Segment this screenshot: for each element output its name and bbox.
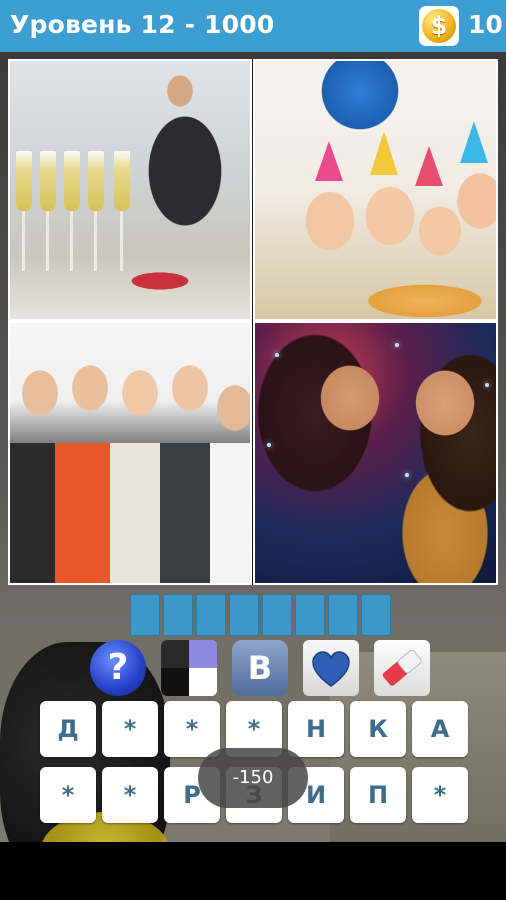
photo-girls-with-party-horns[interactable] <box>8 321 252 585</box>
answer-slot[interactable] <box>229 594 259 636</box>
answer-slot[interactable] <box>361 594 391 636</box>
letter-key[interactable]: А <box>412 701 468 757</box>
photo-grid <box>8 59 498 585</box>
party-hat-icon <box>460 121 488 163</box>
glass-stem <box>70 211 73 271</box>
answer-slots <box>130 594 391 636</box>
letter-key[interactable]: Д <box>40 701 96 757</box>
remove-letters-squares-icon[interactable] <box>161 640 217 696</box>
level-title: Уровень 12 - 1000 <box>10 10 275 39</box>
sparkle <box>405 473 409 477</box>
letter-key[interactable]: * <box>40 767 96 823</box>
sparkle <box>275 353 279 357</box>
shirt-shape <box>10 443 55 583</box>
eraser-icon[interactable] <box>374 640 430 696</box>
glass-icon <box>16 151 32 211</box>
square <box>189 668 217 696</box>
photo-champagne-glasses[interactable] <box>8 59 252 321</box>
helper-buttons: ? В <box>90 640 430 696</box>
square <box>189 640 217 668</box>
square <box>161 640 189 668</box>
hint-question-icon[interactable]: ? <box>90 640 146 696</box>
top-bar: Уровень 12 - 1000 $ 10 <box>0 0 506 52</box>
glass-icon <box>40 151 56 211</box>
photo-kids-birthday-party[interactable] <box>253 59 498 321</box>
letter-key[interactable]: * <box>164 701 220 757</box>
heart-shape <box>312 651 350 687</box>
coin-icon[interactable]: $ <box>419 6 459 46</box>
sparkle <box>395 343 399 347</box>
heart-icon[interactable] <box>303 640 359 696</box>
letter-key[interactable]: К <box>350 701 406 757</box>
shirt-shape <box>210 443 250 583</box>
vk-share-icon[interactable]: В <box>232 640 288 696</box>
glass-stem <box>120 211 123 271</box>
answer-slot[interactable] <box>196 594 226 636</box>
coins-count: 10 <box>468 10 503 39</box>
letter-key[interactable]: П <box>350 767 406 823</box>
glass-icon <box>114 151 130 211</box>
sparkle <box>267 443 271 447</box>
letter-key[interactable]: * <box>412 767 468 823</box>
eraser-shape <box>382 649 422 686</box>
vk-share-label: В <box>247 649 273 687</box>
letter-key[interactable]: * <box>102 767 158 823</box>
shirt-shape <box>55 443 110 583</box>
party-hat-icon <box>415 146 443 186</box>
glass-icon <box>64 151 80 211</box>
sparkle <box>485 383 489 387</box>
party-hat-icon <box>370 131 398 175</box>
glass-stem <box>94 211 97 271</box>
shirt-shape <box>110 443 160 583</box>
letter-key[interactable]: Н <box>288 701 344 757</box>
photo-dancing-girls[interactable] <box>253 321 498 585</box>
glass-stem <box>22 211 25 271</box>
answer-slot[interactable] <box>295 594 325 636</box>
square <box>161 668 189 696</box>
party-hat-icon <box>315 141 343 181</box>
bottom-bar <box>0 842 506 900</box>
answer-slot[interactable] <box>328 594 358 636</box>
answer-slot[interactable] <box>163 594 193 636</box>
coin-symbol: $ <box>422 9 456 43</box>
answer-slot[interactable] <box>130 594 160 636</box>
penalty-toast: -150 <box>198 748 308 808</box>
answer-slot[interactable] <box>262 594 292 636</box>
glass-stem <box>46 211 49 271</box>
letter-key[interactable]: * <box>102 701 158 757</box>
shirt-shape <box>160 443 210 583</box>
glass-icon <box>88 151 104 211</box>
hint-question-label: ? <box>107 647 129 688</box>
